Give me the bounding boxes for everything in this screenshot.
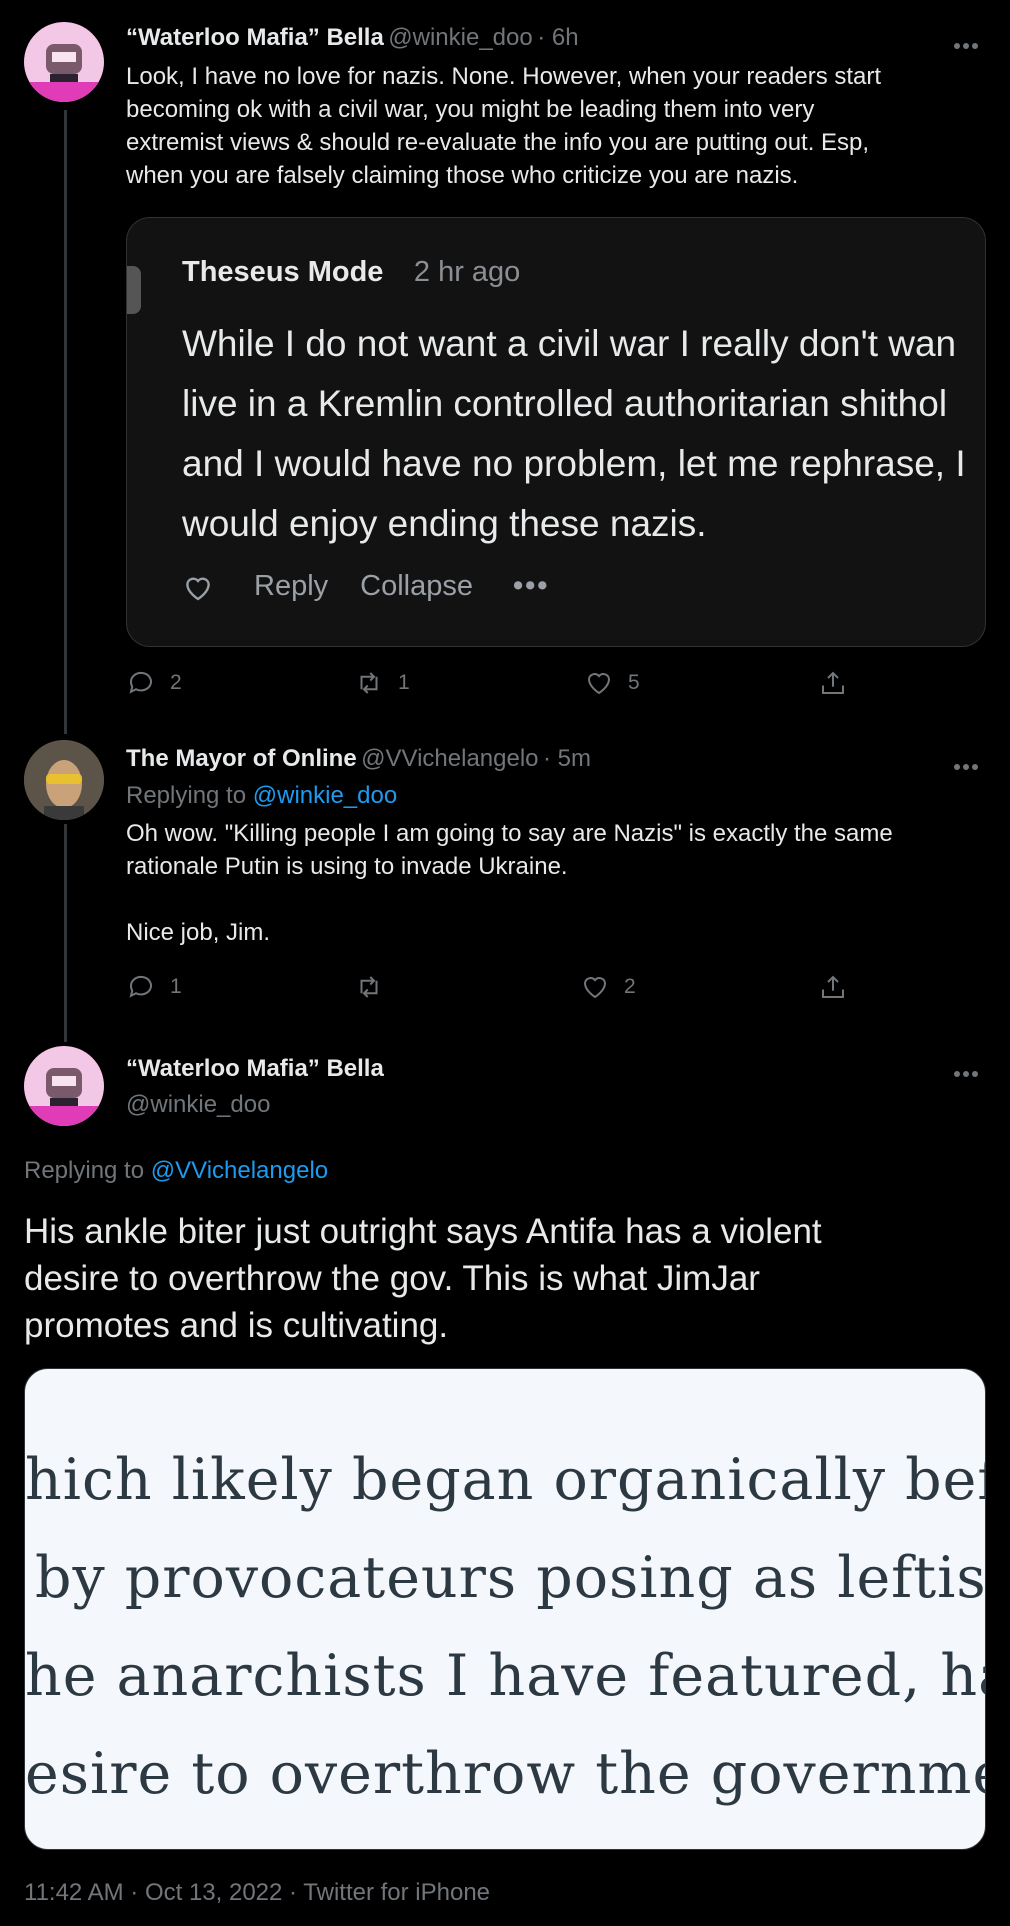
like-count: 2 [624, 975, 636, 998]
like-button[interactable]: 2 [580, 972, 636, 1002]
share-icon [822, 975, 844, 998]
more-options-icon[interactable] [954, 1064, 982, 1077]
retweet-icon [360, 976, 378, 998]
commenter-avatar-fragment [127, 266, 141, 314]
tweet-time[interactable]: · 5m [543, 745, 591, 772]
comment-reply-label: Reply [254, 570, 329, 602]
share-icon [822, 671, 844, 694]
thread-line [64, 824, 67, 1042]
image-text-line: he anarchists I have featured, has t [25, 1643, 986, 1709]
author-name[interactable]: The Mayor of Online [126, 745, 357, 772]
reply-button[interactable]: 2 [126, 668, 182, 698]
avatar-image [24, 22, 104, 102]
tweet-text-line: Look, I have no love for nazis. None. Ho… [126, 63, 882, 90]
replying-to-link[interactable]: @winkie_doo [253, 782, 397, 809]
heart-icon [186, 577, 210, 600]
tweet-text-line: rationale Putin is using to invade Ukrai… [126, 853, 568, 880]
author-handle[interactable]: @winkie_doo [126, 1091, 384, 1119]
comment-text-line: would enjoy ending these nazis. [182, 503, 707, 544]
replying-to-link[interactable]: @VVichelangelo [151, 1157, 328, 1184]
tweet-timestamp[interactable]: 11:42 AM · Oct 13, 2022 · Twitter for iP… [24, 1879, 490, 1907]
attached-image[interactable]: hich likely began organically befor by p… [24, 1368, 986, 1850]
image-text-line: esire to overthrow the government. [25, 1741, 986, 1807]
comment-more-icon: ••• [513, 570, 550, 602]
heart-icon [587, 673, 611, 695]
reply-icon [129, 671, 152, 694]
more-options-icon[interactable] [954, 757, 982, 770]
more-options-icon[interactable] [954, 36, 982, 49]
reply-button[interactable]: 1 [126, 972, 182, 1002]
retweet-button[interactable]: 1 [354, 668, 410, 698]
share-button[interactable] [818, 668, 848, 698]
retweet-count: 1 [398, 671, 410, 694]
tweet-time[interactable]: · 6h [537, 24, 578, 51]
avatar[interactable] [24, 740, 104, 820]
replying-to-label: Replying to [24, 1157, 145, 1184]
author-name[interactable]: “Waterloo Mafia” Bella [126, 1055, 384, 1083]
comment-author: Theseus Mode [182, 256, 384, 288]
comment-text: While I do not want a civil war I really… [182, 314, 966, 554]
author-handle[interactable]: @VVichelangelo [361, 745, 538, 772]
comment-text-line: and I would have no problem, let me reph… [182, 443, 966, 484]
image-text-line: hich likely began organically befor [25, 1447, 986, 1513]
heart-icon [583, 977, 607, 999]
tweet-text-line: His ankle biter just outright says Antif… [24, 1212, 822, 1251]
avatar[interactable] [24, 22, 104, 102]
tweet-text-line: Nice job, Jim. [126, 919, 271, 946]
image-text-line: by provocateurs posing as leftists, [35, 1545, 986, 1611]
comment-collapse-label: Collapse [360, 570, 473, 602]
comment-text-line: While I do not want a civil war I really… [182, 323, 957, 364]
reply-icon [129, 975, 152, 998]
avatar[interactable] [24, 1046, 104, 1126]
retweet-button[interactable] [354, 972, 398, 1002]
tweet-text-line: becoming ok with a civil war, you might … [126, 96, 815, 123]
comment-text-line: live in a Kremlin controlled authoritari… [182, 383, 948, 424]
like-button[interactable]: 5 [584, 668, 640, 698]
like-count: 5 [628, 671, 640, 694]
tweet-text-line: extremist views & should re-evaluate the… [126, 129, 870, 156]
tweet-text-line: promotes and is cultivating. [24, 1306, 449, 1345]
reply-count: 2 [170, 671, 182, 694]
share-button[interactable] [818, 972, 848, 1002]
tweet-text: His ankle biter just outright says Antif… [24, 1208, 822, 1349]
avatar-image [24, 1046, 104, 1126]
tweet-text-line: desire to overthrow the gov. This is wha… [24, 1259, 760, 1298]
avatar-image [24, 740, 104, 820]
tweet-text-line: Oh wow. "Killing people I am going to sa… [126, 820, 893, 847]
comment-time: 2 hr ago [413, 256, 521, 288]
replying-to-label: Replying to [126, 782, 247, 809]
reply-count: 1 [170, 975, 182, 998]
thread-line [64, 110, 67, 734]
tweet-text: Oh wow. "Killing people I am going to sa… [126, 817, 893, 949]
quoted-comment-image[interactable]: Theseus Mode 2 hr ago While I do not wan… [126, 217, 986, 647]
author-handle[interactable]: @winkie_doo [388, 24, 532, 51]
author-name[interactable]: “Waterloo Mafia” Bella [126, 24, 384, 51]
retweet-icon [360, 672, 378, 694]
tweet-text: Look, I have no love for nazis. None. Ho… [126, 60, 881, 192]
tweet-text-line: when you are falsely claiming those who … [126, 162, 799, 189]
